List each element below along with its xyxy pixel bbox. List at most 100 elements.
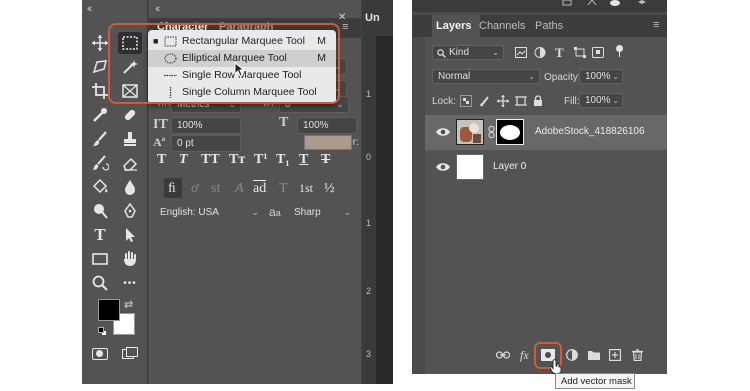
new-group-folder-icon[interactable] [587, 349, 601, 361]
link-layers-icon[interactable] [496, 350, 510, 360]
lock-image-pixels-icon[interactable] [479, 95, 491, 107]
eye-visibility-icon[interactable] [435, 160, 451, 174]
brush-tool-icon[interactable] [88, 128, 112, 150]
ordinals-button[interactable]: 1st [299, 181, 313, 196]
adjust-icon[interactable] [587, 0, 597, 6]
fill-label: Fill: [564, 96, 580, 107]
underline-button[interactable]: T [299, 152, 308, 168]
filter-type-icon[interactable]: T [555, 45, 564, 61]
filter-adjustment-icon[interactable] [534, 47, 546, 58]
default-colors-icon[interactable] [98, 327, 107, 336]
lock-position-icon[interactable] [497, 95, 509, 107]
tab-paths[interactable]: Paths [535, 20, 563, 32]
layers-panel-body [425, 37, 667, 374]
strikethrough-button[interactable]: T [321, 152, 330, 168]
eraser-tool-icon[interactable] [118, 152, 142, 174]
layer-row-adobestock[interactable]: AdobeStock_418826106 [425, 115, 667, 150]
horizontal-scale-field[interactable]: 100% [297, 117, 357, 134]
subscript-button[interactable]: T₁ [276, 152, 290, 168]
search-icon [437, 49, 446, 58]
layers-stack-icon[interactable] [637, 0, 647, 7]
superscript-button[interactable]: T¹ [254, 152, 268, 168]
menu-highlight-outline [108, 23, 340, 104]
layer-thumbnail [456, 119, 484, 145]
discretionary-ligatures-button[interactable]: st [211, 181, 220, 197]
screen-mode-icon[interactable] [122, 347, 139, 361]
vertical-scale-icon: IT [153, 117, 168, 132]
swap-colors-icon[interactable]: ⇄ [124, 298, 133, 311]
filter-smart-object-icon[interactable] [592, 47, 604, 58]
opacity-field[interactable]: 100% ⌄ [579, 69, 623, 84]
antialias-icon: aa [269, 205, 281, 219]
blur-tool-icon[interactable] [118, 176, 142, 198]
mask-link-icon[interactable] [488, 126, 495, 138]
layer-mask-thumbnail[interactable] [496, 119, 524, 145]
collapse-panel-button[interactable]: ‹‹ [155, 3, 161, 15]
fractions-button[interactable]: ½ [324, 181, 335, 197]
pen-tool-icon[interactable] [118, 200, 142, 222]
faux-italic-button[interactable]: T [179, 152, 188, 168]
tab-channels[interactable]: Channels [479, 20, 525, 32]
visibility-icon[interactable] [609, 0, 621, 7]
type-tool-icon[interactable]: T [88, 224, 112, 246]
eyedropper-tool-icon[interactable] [88, 104, 112, 126]
standard-ligatures-button[interactable]: ﬁ [168, 181, 176, 197]
language-select[interactable]: English: USA ⌄ [155, 205, 263, 222]
foreground-color-swatch[interactable] [98, 299, 120, 321]
vertical-ruler: 1 0 1 2 3 [362, 36, 376, 384]
blend-mode-select[interactable]: Normal ⌄ [432, 69, 540, 84]
close-icon[interactable]: ✕ [338, 12, 346, 23]
contextual-alternates-button[interactable]: ơ [191, 181, 198, 197]
document-canvas-strip: Un 1 0 1 2 3 [361, 0, 393, 384]
baseline-shift-icon: Aª [153, 135, 166, 149]
dock-icon[interactable] [562, 0, 572, 6]
horizontal-scale-icon: T [279, 115, 289, 130]
panel-menu-icon[interactable]: ≡ [653, 19, 659, 31]
stylistic-alternates-button[interactable]: ad [253, 181, 266, 197]
lock-artboard-icon[interactable] [515, 95, 527, 107]
lock-transparent-pixels-icon[interactable] [460, 95, 472, 107]
layers-panel-window: Layers Channels Paths ≡ Kind ⌄ T Normal ⌄… [412, 0, 667, 374]
adjustment-layer-icon[interactable] [566, 349, 578, 361]
delete-layer-trash-icon[interactable] [632, 349, 643, 361]
collapse-toolbar-button[interactable]: ‹‹ [87, 3, 93, 15]
hand-tool-icon[interactable] [118, 248, 142, 270]
lock-all-icon[interactable] [533, 95, 543, 107]
rectangle-tool-icon[interactable] [88, 248, 112, 270]
opacity-label: Opacity: [544, 72, 581, 83]
dodge-tool-icon[interactable] [88, 200, 112, 222]
fill-field[interactable]: 100% ⌄ [579, 93, 623, 108]
swash-button[interactable]: A [235, 181, 244, 197]
panel-top-strip [412, 0, 667, 12]
path-selection-tool-icon[interactable] [118, 224, 142, 246]
all-caps-button[interactable]: TT [201, 152, 220, 168]
filter-shape-icon[interactable] [574, 47, 586, 58]
faux-bold-button[interactable]: T [157, 152, 166, 168]
more-tools-icon[interactable]: ••• [118, 272, 142, 294]
lock-label: Lock: [432, 96, 456, 107]
quick-mask-icon[interactable] [92, 348, 108, 360]
new-layer-icon[interactable] [609, 349, 621, 361]
document-tab[interactable]: Un [362, 0, 393, 36]
vertical-scale-field[interactable]: 100% [171, 117, 241, 134]
tab-layers[interactable]: Layers [436, 20, 471, 32]
baseline-shift-field[interactable]: 0 pt [171, 135, 241, 152]
filter-pixel-icon[interactable] [515, 47, 527, 58]
text-color-swatch[interactable] [304, 135, 352, 150]
hand-cursor-icon [550, 359, 562, 374]
clone-stamp-tool-icon[interactable] [118, 128, 142, 150]
antialias-select[interactable]: Sharp ⌄ [289, 205, 355, 222]
layer-thumbnail [456, 154, 484, 180]
paint-bucket-tool-icon[interactable] [88, 176, 112, 198]
eye-visibility-icon[interactable] [435, 125, 451, 139]
healing-brush-tool-icon[interactable] [118, 104, 142, 126]
history-brush-tool-icon[interactable] [88, 152, 112, 174]
small-caps-button[interactable]: Tт [229, 152, 245, 168]
filter-toggle[interactable] [616, 45, 623, 57]
layer-row-layer-0[interactable]: Layer 0 [425, 150, 667, 185]
titling-alternates-button[interactable]: T [279, 181, 288, 197]
layer-style-fx-button[interactable]: fx [520, 348, 529, 363]
zoom-tool-icon[interactable] [88, 272, 112, 294]
tooltip: Add vector mask [555, 373, 635, 389]
filter-kind-select[interactable]: Kind ⌄ [432, 45, 504, 60]
